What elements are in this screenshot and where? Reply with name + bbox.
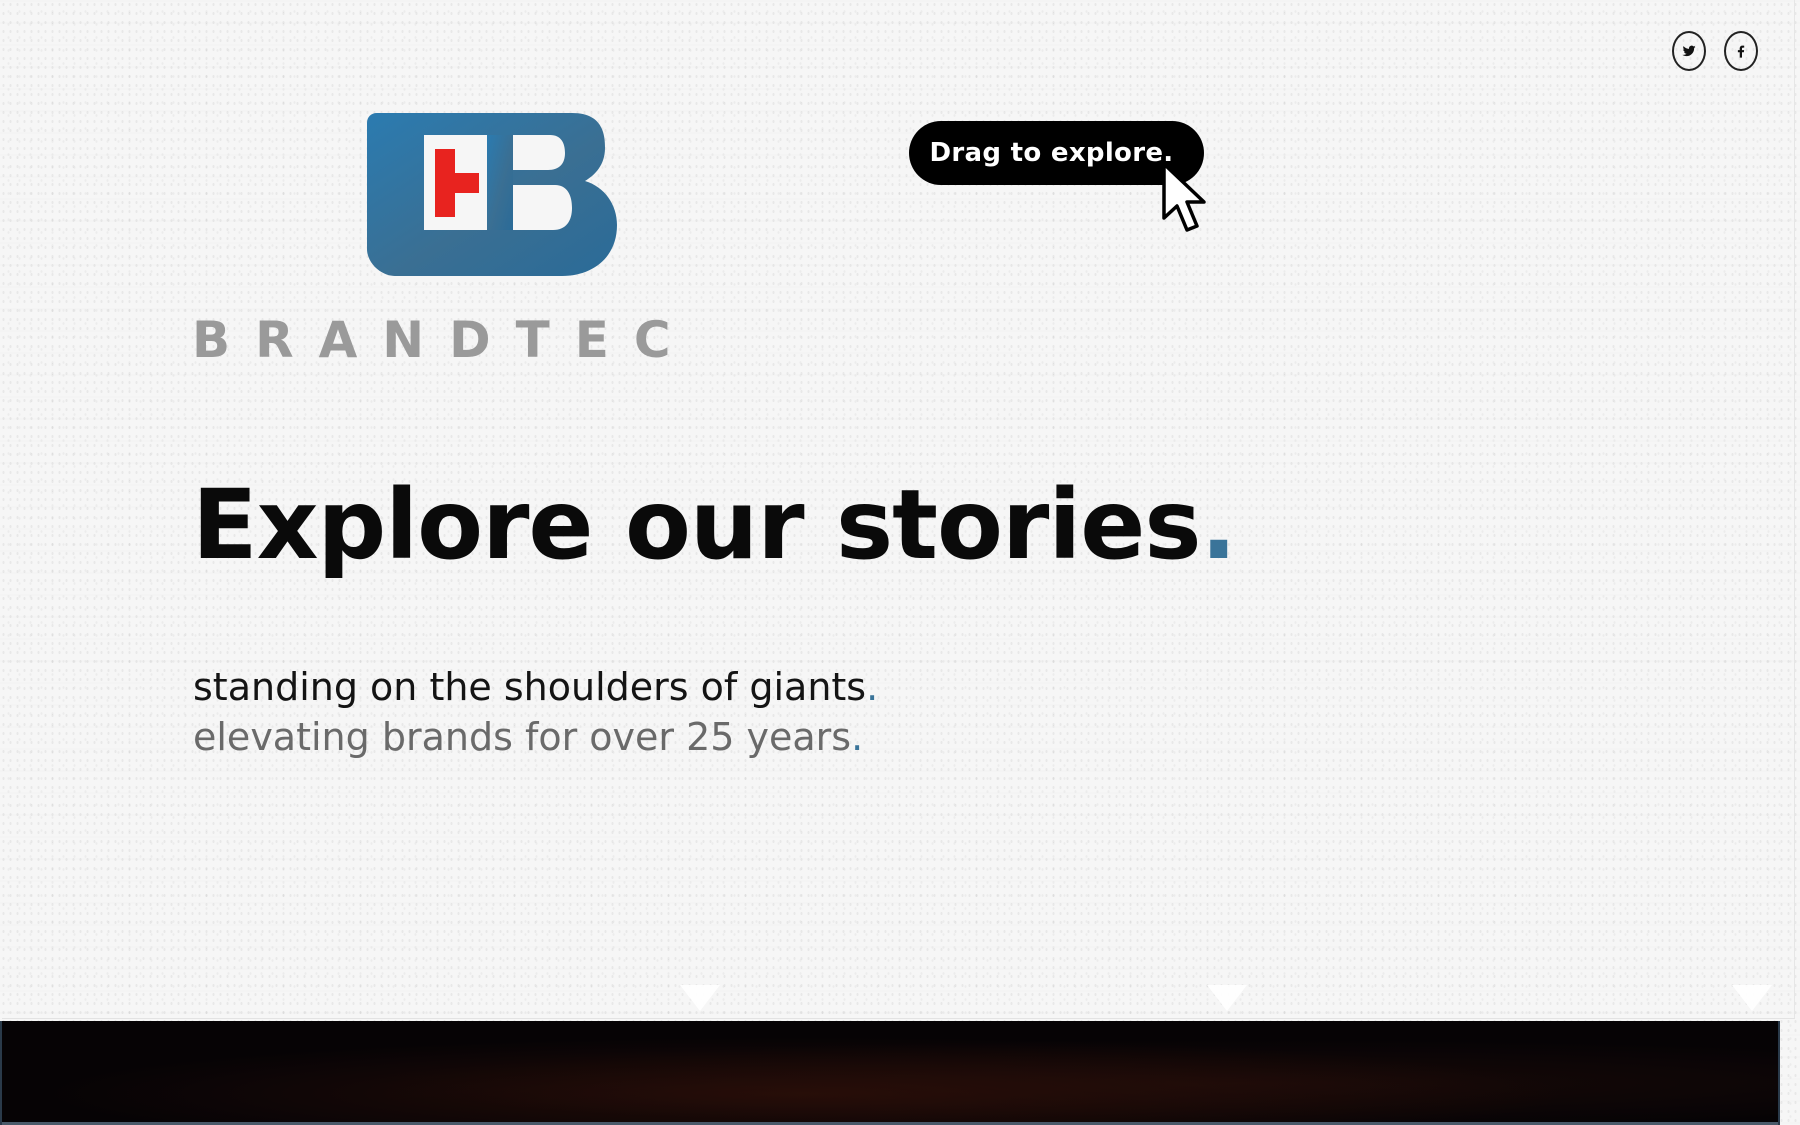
facebook-button[interactable] (1724, 31, 1758, 71)
facebook-icon (1737, 45, 1745, 58)
social-links (1672, 31, 1758, 71)
brand-logo[interactable]: BRANDTEC (192, 110, 762, 370)
drag-to-explore-label: Drag to explore. (929, 138, 1174, 168)
pointer-cursor-icon (1162, 162, 1206, 232)
brandtec-logo-mark-icon (367, 113, 617, 276)
next-section-preview[interactable] (0, 1021, 1780, 1125)
hero-panel[interactable]: BRANDTEC Drag to explore. Explore our st… (2, 0, 1795, 1019)
panel-notch (1207, 985, 1247, 1011)
tagline: standing on the shoulders of giants. ele… (193, 662, 878, 762)
tagline-line-1: standing on the shoulders of giants. (193, 662, 878, 712)
tagline-line-1-dot: . (866, 665, 879, 709)
tagline-line-2: elevating brands for over 25 years. (193, 712, 878, 762)
headline-dot: . (1200, 469, 1237, 581)
panel-notch (680, 985, 720, 1011)
twitter-button[interactable] (1672, 31, 1706, 71)
brand-wordmark: BRANDTEC (192, 311, 696, 369)
tagline-line-2-dot: . (851, 715, 864, 759)
headline-text: Explore our stories (192, 469, 1201, 581)
tagline-line-2-text: elevating brands for over 25 years (193, 715, 852, 759)
tagline-line-1-text: standing on the shoulders of giants (193, 665, 867, 709)
page-title: Explore our stories. (192, 469, 1237, 581)
page: BRANDTEC Drag to explore. Explore our st… (0, 0, 1800, 1125)
twitter-icon (1682, 45, 1696, 57)
panel-notch (1732, 985, 1772, 1011)
